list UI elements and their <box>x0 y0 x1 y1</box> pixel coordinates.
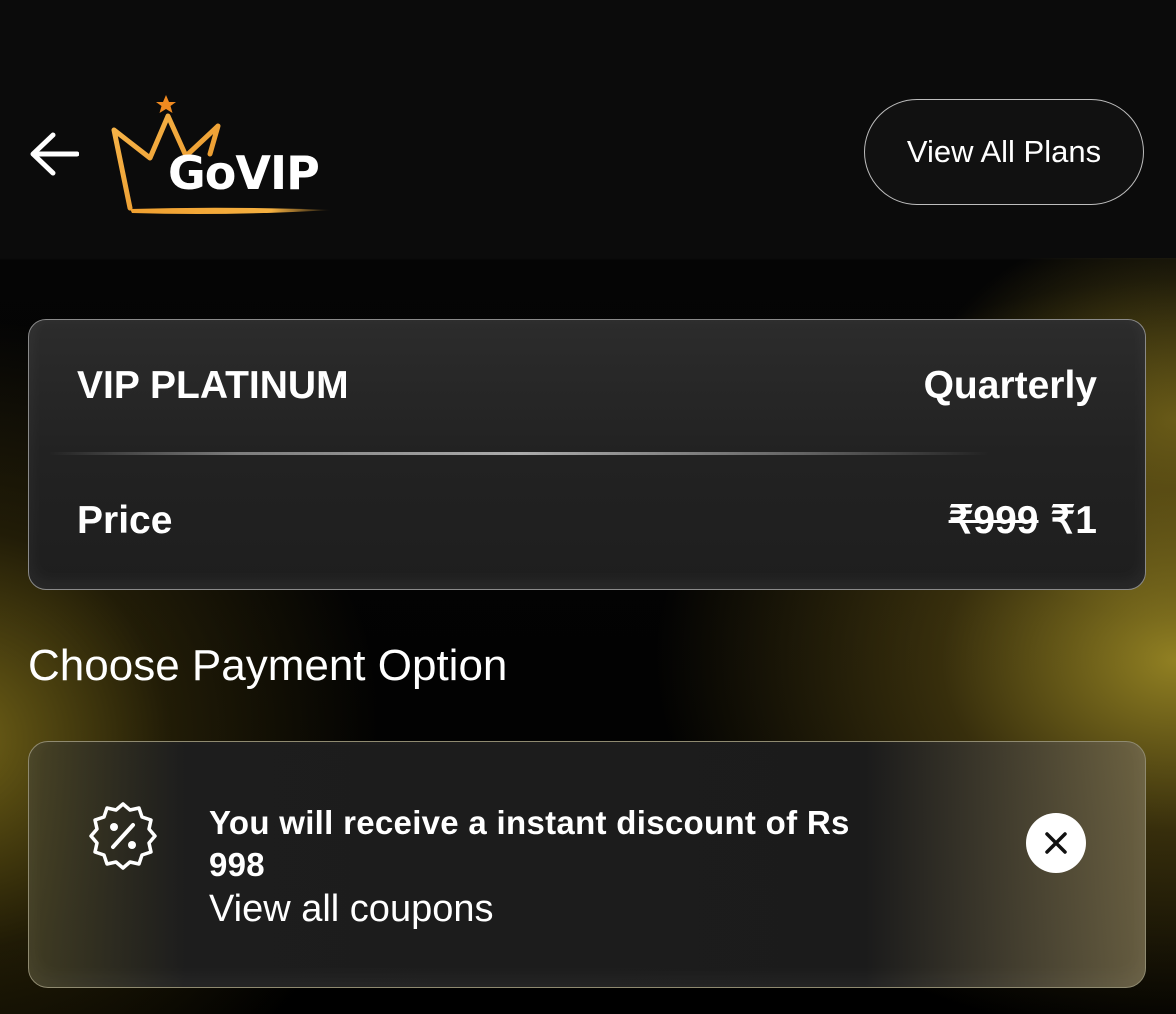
coupon-message: You will receive a instant discount of R… <box>209 804 850 883</box>
coupon-close-button[interactable] <box>1026 813 1086 873</box>
payment-section-title: Choose Payment Option <box>28 641 508 690</box>
price-label: Price <box>77 498 173 542</box>
plan-period: Quarterly <box>923 364 1097 407</box>
logo-text: GoVIP <box>168 146 320 200</box>
price-row: Price ₹999 ₹1 <box>77 498 1097 543</box>
plan-name-row: VIP PLATINUM Quarterly <box>77 364 1097 408</box>
discount-badge-icon <box>89 802 157 870</box>
govip-logo: GoVIP <box>108 92 340 218</box>
arrow-left-icon <box>30 132 79 176</box>
close-icon <box>1045 832 1067 854</box>
coupon-text: You will receive a instant discount of R… <box>209 802 889 932</box>
coupon-card: You will receive a instant discount of R… <box>28 741 1146 988</box>
price-values: ₹999 ₹1 <box>949 498 1097 543</box>
view-all-plans-button[interactable]: View All Plans <box>864 99 1144 205</box>
app-header: GoVIP View All Plans <box>0 0 1176 258</box>
view-all-coupons-link[interactable]: View all coupons <box>209 886 889 932</box>
divider <box>49 452 989 455</box>
plan-summary-card: VIP PLATINUM Quarterly Price ₹999 ₹1 <box>28 319 1146 590</box>
plan-name: VIP PLATINUM <box>77 364 349 407</box>
current-price: ₹1 <box>1050 499 1097 542</box>
back-button[interactable] <box>26 126 82 182</box>
original-price: ₹999 <box>948 499 1039 542</box>
